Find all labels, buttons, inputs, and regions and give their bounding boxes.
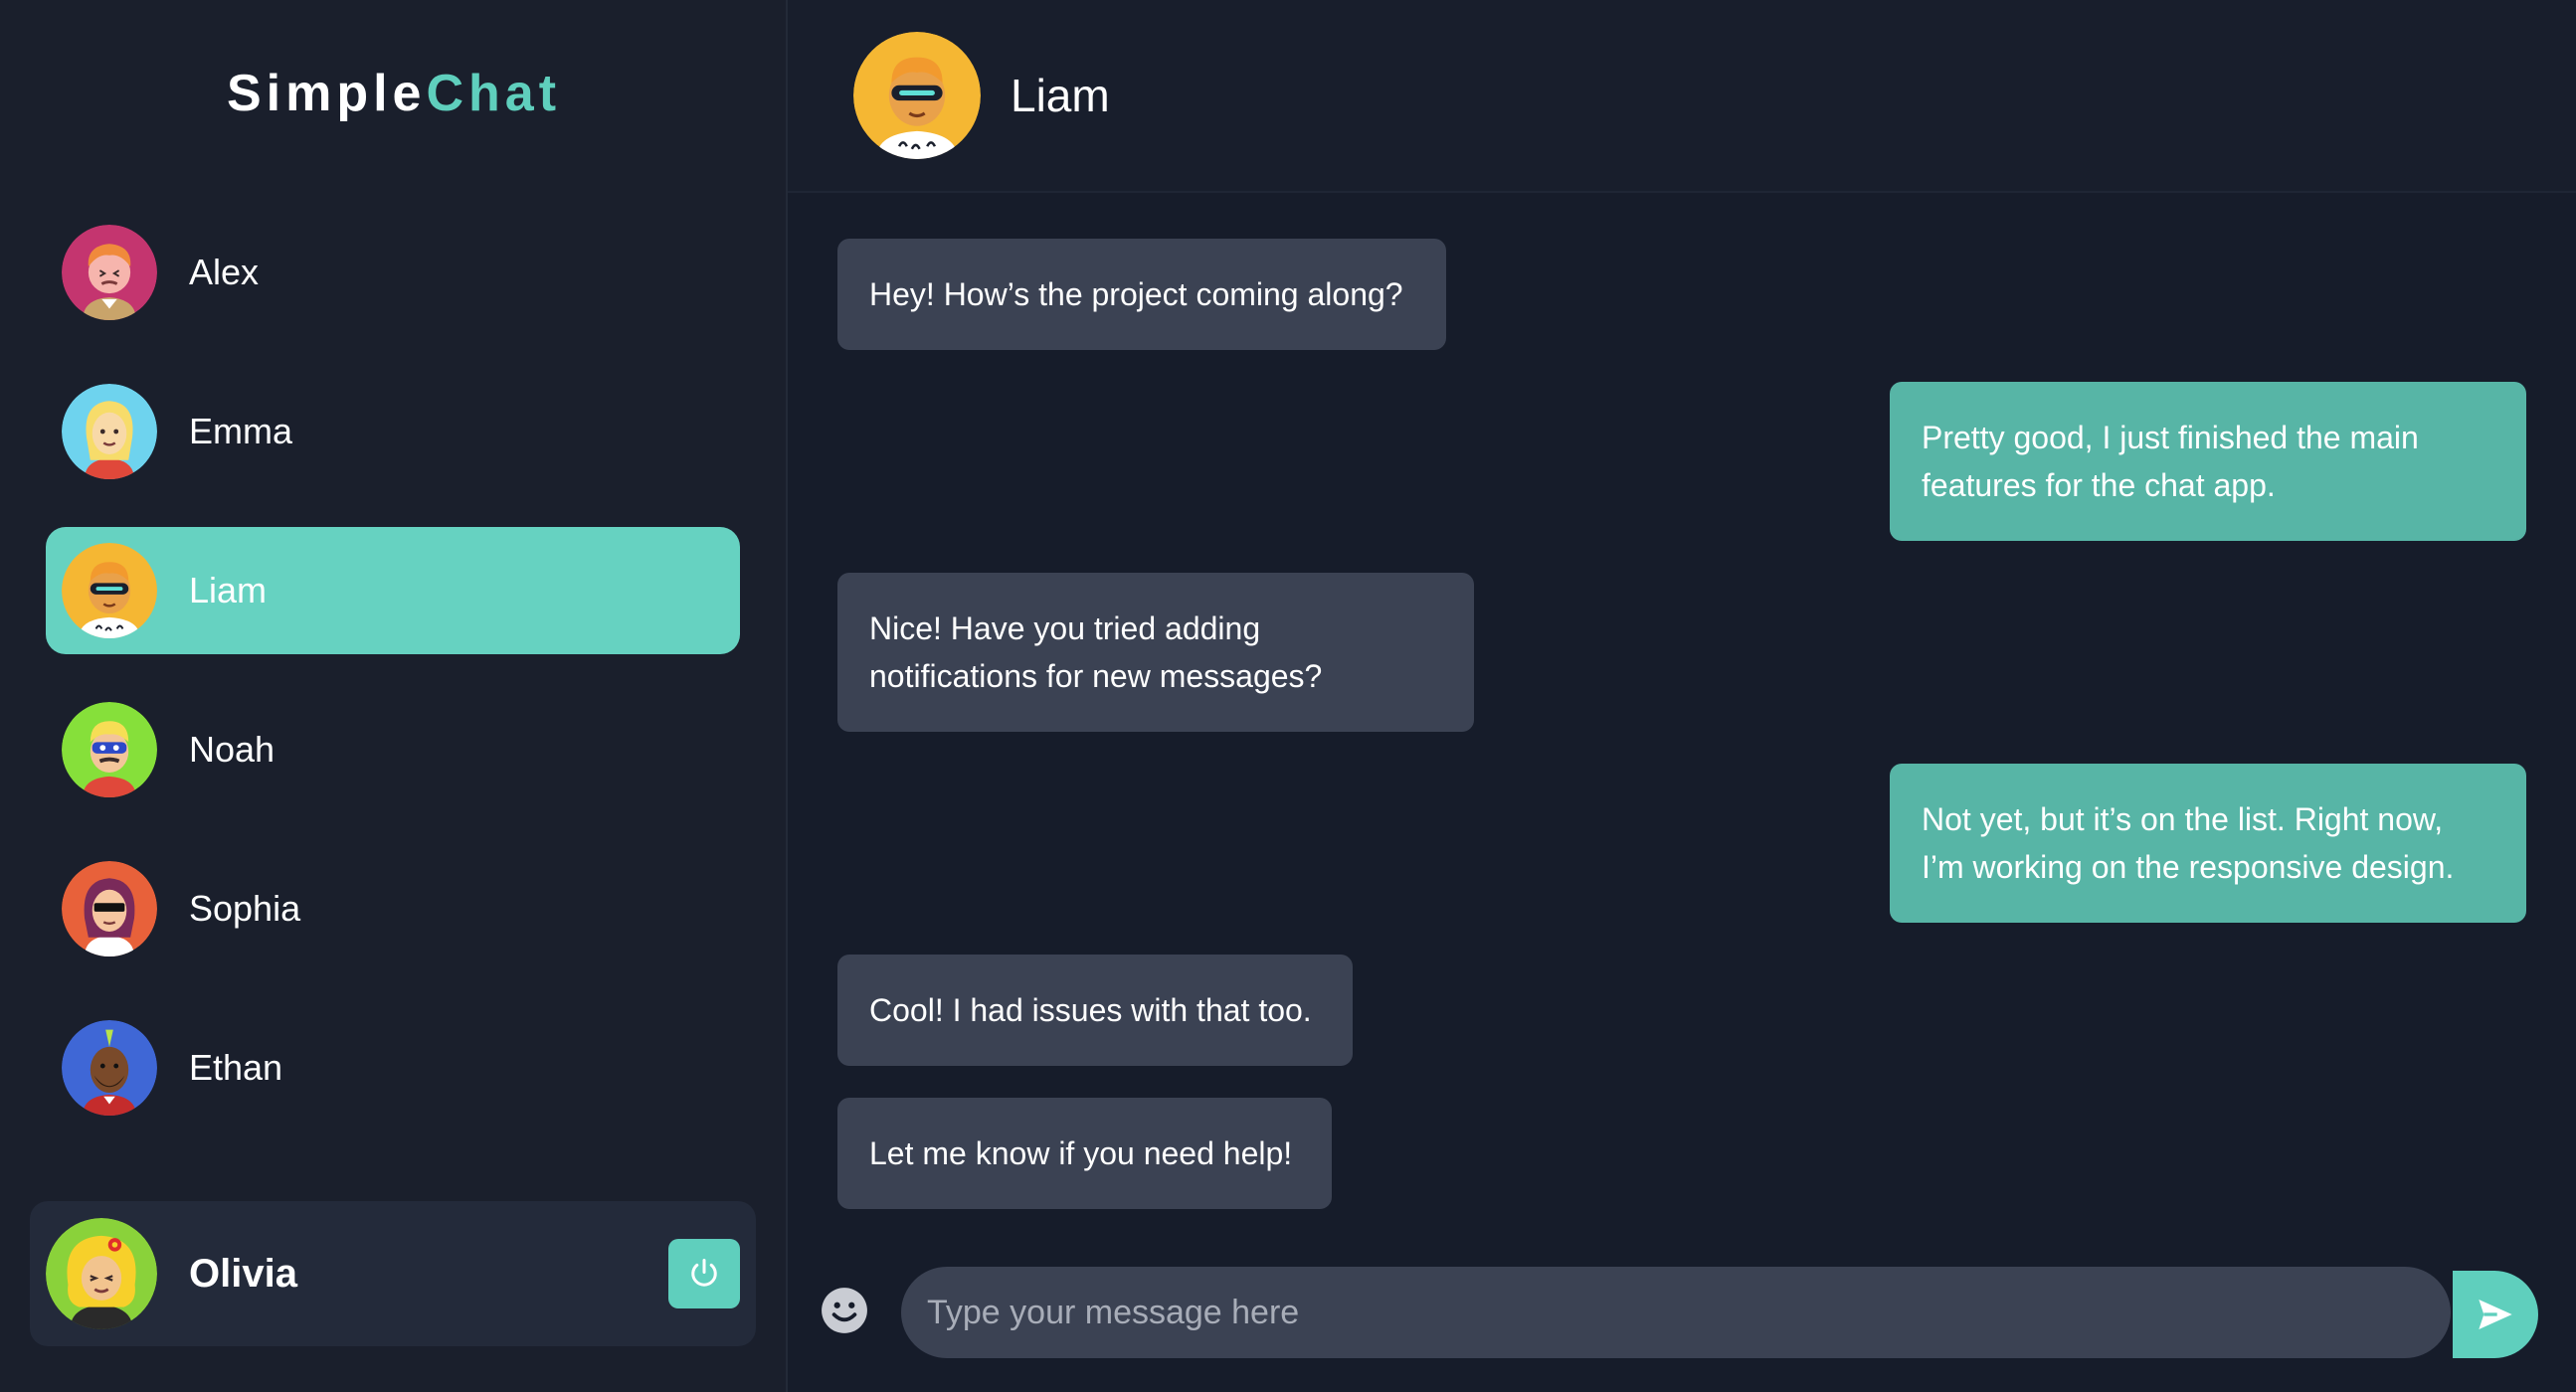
contact-item-alex[interactable]: Alex <box>46 209 740 336</box>
message-text-line: notifications for new messages? <box>869 658 1323 694</box>
power-icon <box>691 1259 717 1287</box>
message-text-line: features for the chat app. <box>1922 467 2276 503</box>
current-user-panel: Olivia <box>30 1201 756 1346</box>
message-text-line: Not yet, but it’s on the list. Right now… <box>1922 801 2444 837</box>
avatar-olivia-icon <box>46 1218 157 1329</box>
message-outgoing: Not yet, but it’s on the list. Right now… <box>1890 764 2526 923</box>
contact-name: Emma <box>189 411 293 451</box>
avatar-sophia-icon <box>62 861 157 957</box>
message-input[interactable] <box>901 1267 2451 1358</box>
contact-item-sophia[interactable]: Sophia <box>46 845 740 972</box>
contact-item-ethan[interactable]: Ethan <box>46 1004 740 1131</box>
message-incoming: Cool! I had issues with that too. <box>837 955 1353 1066</box>
message-incoming: Hey! How’s the project coming along? <box>837 239 1446 350</box>
avatar-noah-icon <box>62 702 157 797</box>
message-outgoing: Pretty good, I just finished the main fe… <box>1890 382 2526 541</box>
contact-name: Alex <box>189 252 260 292</box>
send-arrow-icon <box>2479 1300 2512 1329</box>
avatar-emma-icon <box>62 384 157 479</box>
avatar-alex-icon <box>62 225 157 320</box>
message-composer <box>788 1263 2576 1358</box>
message-incoming: Nice! Have you tried adding notification… <box>837 573 1474 732</box>
sidebar: SimpleChat Alex Emma Liam Noah Sophia Et… <box>0 0 788 1392</box>
chat-app: SimpleChat Alex Emma Liam Noah Sophia Et… <box>0 0 2576 1392</box>
logo-part-simple: Simple <box>226 65 427 122</box>
contact-name: Noah <box>189 729 276 770</box>
message-text-line: Nice! Have you tried adding <box>869 610 1261 646</box>
contact-name: Sophia <box>189 888 301 929</box>
app-logo: SimpleChat <box>0 64 788 123</box>
contact-item-liam[interactable]: Liam <box>46 527 740 654</box>
contact-item-emma[interactable]: Emma <box>46 368 740 495</box>
chat-contact-name: Liam <box>1011 70 1110 121</box>
message-text: Hey! How’s the project coming along? <box>869 276 1403 312</box>
message-text-line: Pretty good, I just finished the main <box>1922 420 2419 455</box>
chat-header-avatar-icon <box>853 32 981 159</box>
logo-part-chat: Chat <box>426 65 562 122</box>
send-button[interactable] <box>2453 1271 2538 1358</box>
chat-header: Liam <box>788 0 2576 193</box>
message-text: Cool! I had issues with that too. <box>869 992 1312 1028</box>
contact-item-noah[interactable]: Noah <box>46 686 740 813</box>
contact-name: Ethan <box>189 1047 283 1088</box>
current-user-name: Olivia <box>189 1251 297 1296</box>
avatar-liam-icon <box>62 543 157 638</box>
avatar-ethan-icon <box>62 1020 157 1116</box>
message-incoming: Let me know if you need help! <box>837 1098 1332 1209</box>
message-text-line: I’m working on the responsive design. <box>1922 849 2455 885</box>
logout-button[interactable] <box>668 1239 740 1308</box>
contact-name: Liam <box>189 570 268 610</box>
smiley-icon[interactable] <box>820 1286 869 1335</box>
chat-panel: Liam Hey! How’s the project coming along… <box>788 0 2576 1392</box>
message-text: Let me know if you need help! <box>869 1135 1293 1171</box>
